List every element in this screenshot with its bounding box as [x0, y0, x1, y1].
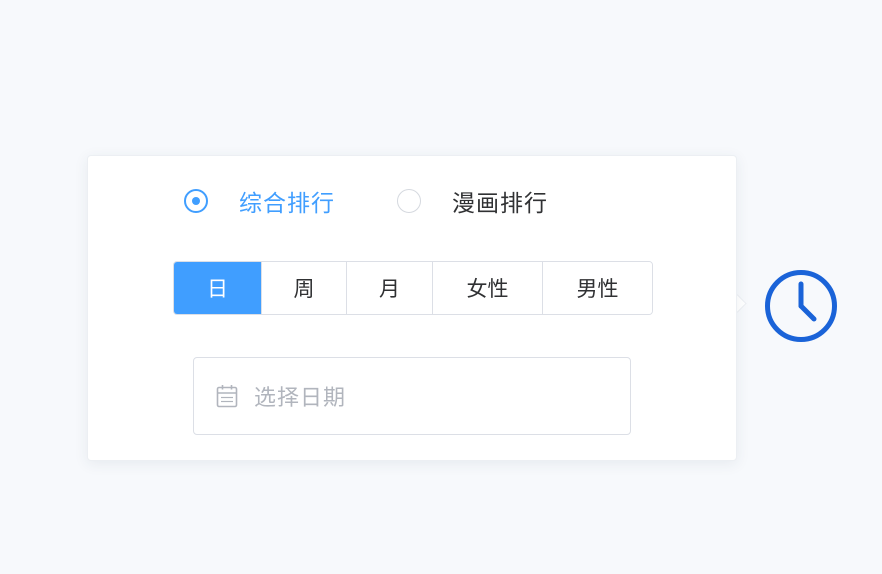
radio-button-unchecked[interactable] [397, 189, 421, 213]
calendar-icon [216, 384, 238, 408]
ranking-type-radio-group: 综合排行 漫画排行 [184, 184, 610, 218]
tab-month[interactable]: 月 [346, 262, 432, 314]
radio-option-comic[interactable]: 漫画排行 [397, 184, 548, 218]
radio-option-overall[interactable]: 综合排行 [184, 184, 335, 218]
radio-label: 综合排行 [239, 191, 335, 217]
tab-week[interactable]: 周 [261, 262, 346, 314]
period-tab-group: 日 周 月 女性 男性 [173, 261, 653, 315]
radio-button-checked[interactable] [184, 189, 208, 213]
tab-female[interactable]: 女性 [432, 262, 542, 314]
date-input-placeholder: 选择日期 [254, 386, 347, 411]
tab-male[interactable]: 男性 [542, 262, 652, 314]
ranking-filter-popover: 综合排行 漫画排行 日 周 月 女性 男性 选择日期 [87, 155, 737, 461]
clock-icon [765, 270, 837, 342]
date-picker-input[interactable]: 选择日期 [193, 357, 631, 435]
clock-button[interactable] [763, 268, 839, 344]
radio-label: 漫画排行 [452, 191, 548, 217]
tab-day[interactable]: 日 [174, 262, 261, 314]
